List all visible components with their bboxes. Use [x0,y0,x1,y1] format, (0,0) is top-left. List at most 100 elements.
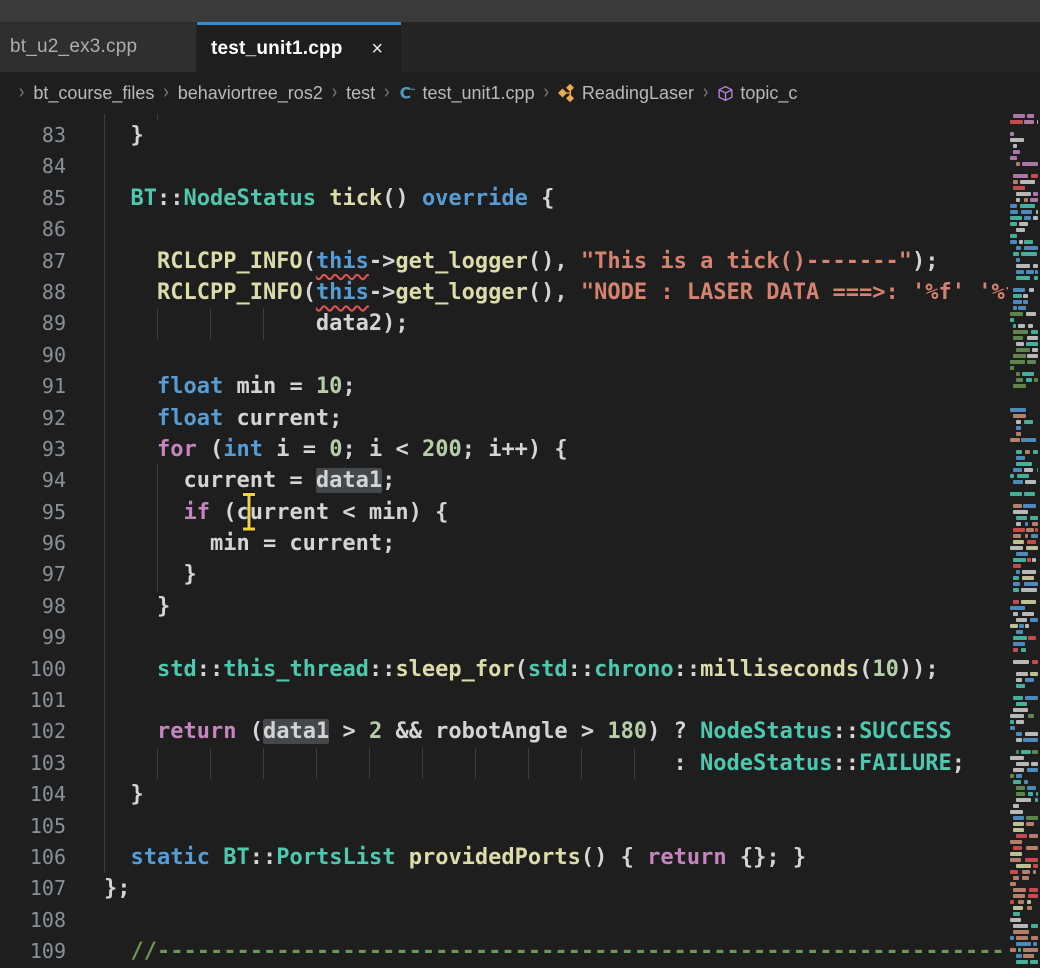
code-line[interactable]: 90 [0,340,1008,371]
chevron-right-icon: › [163,82,168,105]
indent-guide [104,246,105,277]
code-line[interactable]: 106 static BT::PortsList providedPorts()… [0,842,1008,873]
code-line[interactable]: 86 [0,214,1008,245]
minimap-line [1028,894,1038,898]
code-token: (current < min) { [210,500,448,525]
minimap-line [1013,384,1026,388]
code-line[interactable]: 97 } [0,559,1008,590]
minimap-line [1010,312,1023,316]
minimap-line [1016,258,1020,262]
minimap-line [1031,762,1038,766]
minimap-line [1010,546,1023,550]
minimap-line [1013,186,1025,190]
close-icon[interactable]: × [369,37,385,61]
code-line[interactable]: 98 } [0,591,1008,622]
code-line[interactable]: 96 min = current; [0,528,1008,559]
minimap-line [1013,150,1020,154]
code-line[interactable]: 92 float current; [0,403,1008,434]
minimap-line [1016,762,1029,766]
code-token: {}; } [727,845,806,870]
code-token: :: [250,845,277,870]
code-token: FAILURE [859,751,952,776]
class-icon [558,84,576,102]
code-token: ) ? [647,719,700,744]
code-token: { [528,186,555,211]
minimap-line [1013,768,1024,772]
code-line[interactable]: 104 } [0,779,1008,810]
breadcrumb-item-test_unit1.cpp[interactable]: C~test_unit1.cpp [399,83,535,104]
minimap-line [1016,570,1020,574]
code-line[interactable]: 101 [0,685,1008,716]
code-line-content: } [104,559,197,590]
tab-bt_u2_ex3[interactable]: bt_u2_ex3.cpp [0,22,197,72]
code-token: ( [197,437,224,462]
breadcrumb-item-ReadingLaser[interactable]: ReadingLaser [558,83,694,104]
code-token: :: [369,657,396,682]
code-line-content: RCLCPP_INFO(this->get_logger(), "NODE : … [104,277,1031,308]
minimap-line [1016,954,1022,958]
line-number: 87 [0,246,66,277]
code-token: > [329,719,369,744]
code-line[interactable]: 102 return (data1 > 2 && robotAngle > 18… [0,716,1008,747]
code-token: this [316,280,369,305]
code-line[interactable]: 91 float min = 10; [0,371,1008,402]
cpp-file-icon: C~ [399,84,417,102]
code-token: -> [369,280,396,305]
minimap-line [1013,354,1026,358]
minimap-line [1013,612,1018,616]
code-line-content: //--------------------------------------… [104,936,1005,967]
breadcrumb-label: bt_course_files [33,83,154,104]
minimap-line [1030,672,1037,676]
code-line[interactable]: 85 BT::NodeStatus tick() override { [0,183,1008,214]
minimap-line [1016,450,1022,454]
code-line[interactable]: 107}; [0,873,1008,904]
code-line[interactable]: 103 : NodeStatus::FAILURE; [0,748,1008,779]
minimap-line [1022,372,1034,376]
breadcrumb-item-topic_c[interactable]: topic_c [717,83,797,104]
indent-guide [157,528,158,559]
code-line[interactable]: 100 std::this_thread::sleep_for(std::chr… [0,654,1008,685]
minimap-line [1037,120,1038,124]
code-editor[interactable]: 82 );83 }8485 BT::NodeStatus tick() over… [0,114,1040,968]
minimap-line [1027,768,1038,772]
code-line[interactable]: 93 for (int i = 0; i < 200; i++) { [0,434,1008,465]
minimap-line [1016,348,1030,352]
code-line[interactable]: 88 RCLCPP_INFO(this->get_logger(), "NODE… [0,277,1008,308]
minimap-line [1016,750,1019,754]
minimap-line [1013,888,1026,892]
code-line[interactable]: 105 [0,811,1008,842]
minimap[interactable] [1008,114,1040,968]
line-number: 96 [0,528,66,559]
code-line[interactable]: 99 [0,622,1008,653]
code-token: std [528,657,568,682]
minimap-line [1036,792,1038,796]
breadcrumb-item-behaviortree_ros2[interactable]: behaviortree_ros2 [178,83,323,104]
minimap-line [1016,462,1032,466]
code-token: //--------------------------------------… [131,939,1005,964]
minimap-line [1013,510,1028,514]
code-line[interactable]: 108 [0,905,1008,936]
minimap-line [1013,708,1028,712]
indent-guide [104,528,105,559]
breadcrumb-label: ReadingLaser [582,83,694,104]
minimap-line [1013,906,1023,910]
code-line[interactable]: 87 RCLCPP_INFO(this->get_logger(), "This… [0,246,1008,277]
code-token: )); [899,657,939,682]
tab-test_unit1[interactable]: test_unit1.cpp × [197,22,401,72]
code-line[interactable]: 83 } [0,120,1008,151]
code-line[interactable]: 109 //----------------------------------… [0,936,1008,967]
minimap-line [1026,546,1038,550]
code-token [210,845,223,870]
minimap-line [1032,522,1038,526]
indent-guide [104,591,105,622]
minimap-line [1026,378,1032,382]
code-line[interactable]: 95 if (current < min) { [0,497,1008,528]
breadcrumb-item-test[interactable]: test [346,83,375,104]
code-line[interactable]: 94 current = data1; [0,465,1008,496]
breadcrumb: ›bt_course_files›behaviortree_ros2›test›… [0,72,1040,114]
code-line[interactable]: 89 data2); [0,308,1008,339]
code-line[interactable]: 84 [0,151,1008,182]
breadcrumb-item-bt_course_files[interactable]: bt_course_files [33,83,154,104]
line-number: 102 [0,716,66,747]
minimap-line [1027,786,1036,790]
